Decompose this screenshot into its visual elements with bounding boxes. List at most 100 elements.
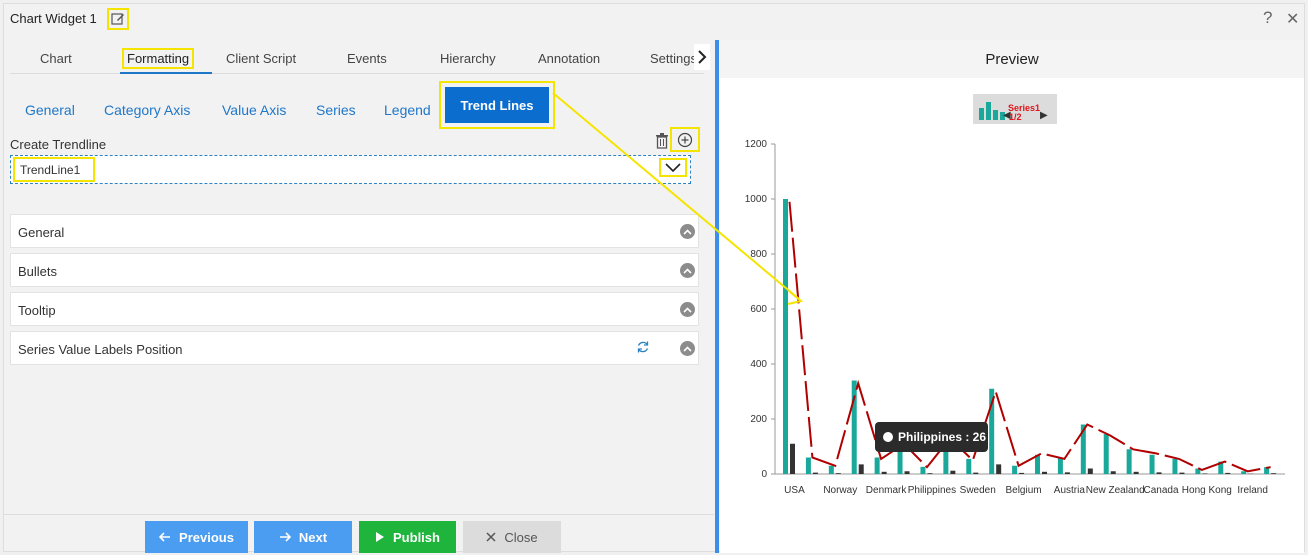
subtab-general[interactable]: General: [25, 102, 75, 118]
bar-series-2: [1271, 473, 1277, 474]
publish-button[interactable]: Publish: [359, 521, 456, 553]
x-tick-label: Denmark: [866, 485, 908, 496]
bar-series-2: [1042, 471, 1047, 474]
chevron-up-icon[interactable]: [680, 302, 695, 317]
preview-panel: Preview Series1 ◀ 1/2 ▶ 0 200 400 600 800 100…: [720, 40, 1304, 553]
close-button-label: Close: [504, 529, 538, 545]
trendline-selected-value: TrendLine1: [13, 157, 95, 182]
active-tab-indicator: [120, 72, 212, 74]
chart-tooltip: Philippines : 26: [875, 422, 988, 452]
bar-series-2: [904, 471, 910, 474]
bar-series-1: [1172, 458, 1178, 474]
previous-button-label: Previous: [179, 529, 234, 545]
bar-series-1: [1103, 434, 1109, 474]
preview-title: Preview: [720, 40, 1304, 78]
chevron-up-icon[interactable]: [680, 263, 695, 278]
legend-next-icon[interactable]: ▶: [1040, 110, 1048, 121]
create-trendline-label: Create Trendline: [10, 137, 107, 152]
x-tick-label: Ireland: [1237, 485, 1268, 496]
y-tick-label: 0: [761, 469, 767, 480]
accordion-label: Tooltip: [18, 303, 56, 318]
chart-widget-window: Chart Widget 1 ? ✕ Chart Formatting Clie…: [3, 3, 1306, 553]
next-button-label: Next: [298, 529, 328, 545]
panel-splitter[interactable]: [715, 40, 719, 553]
subtab-value-axis[interactable]: Value Axis: [222, 102, 286, 118]
tab-annotation[interactable]: Annotation: [538, 51, 600, 66]
x-tick-label: Norway: [823, 485, 857, 496]
bar-series-1: [851, 380, 857, 474]
previous-button[interactable]: Previous: [145, 521, 248, 553]
accordion-label: Bullets: [18, 264, 58, 279]
subtab-trend-lines-highlight: Trend Lines: [439, 81, 555, 129]
footer-divider: [4, 514, 714, 515]
accordion-label: General: [18, 225, 65, 240]
subtab-series[interactable]: Series: [316, 102, 356, 118]
y-tick-label: 1200: [745, 139, 768, 150]
bar-series-2: [835, 473, 841, 474]
trend-line: [788, 201, 1271, 473]
bar-series-2: [950, 470, 956, 474]
tooltip-marker: [883, 432, 893, 442]
subtab-category-axis[interactable]: Category Axis: [104, 102, 190, 118]
accordion-series-value-labels-position[interactable]: Series Value Labels Position: [10, 331, 699, 365]
tooltip-text: Philippines : 26: [898, 430, 987, 444]
x-tick-label: Hong Kong: [1182, 485, 1232, 496]
tab-settings[interactable]: Settings: [650, 51, 694, 66]
main-tabs: Chart Formatting Client Script Events Hi…: [10, 40, 710, 74]
bar-series-1: [1149, 454, 1155, 474]
y-tick-label: 1000: [745, 194, 768, 205]
next-button[interactable]: Next: [254, 521, 352, 553]
trash-icon[interactable]: [655, 133, 669, 149]
chevron-up-icon[interactable]: [680, 224, 695, 239]
accordion-tooltip[interactable]: Tooltip: [10, 292, 699, 326]
bar-series-2: [1202, 473, 1208, 474]
bar-series-1: [966, 458, 972, 474]
arrow-right-icon: [279, 532, 291, 542]
bar-series-2: [1225, 472, 1231, 474]
bar-series-2: [790, 443, 795, 474]
tab-chart[interactable]: Chart: [40, 51, 72, 66]
add-trendline-icon[interactable]: [670, 127, 700, 152]
chart-legend[interactable]: Series1 ◀ 1/2 ▶: [973, 94, 1057, 124]
trendline-select[interactable]: TrendLine1: [10, 155, 691, 184]
x-tick-label: USA: [784, 485, 805, 496]
bar-series-2: [858, 464, 864, 474]
tabs-next-icon[interactable]: [694, 44, 710, 70]
bar-series-1: [920, 466, 926, 474]
accordion-bullets[interactable]: Bullets: [10, 253, 699, 287]
x-tick-label: Belgium: [1005, 485, 1041, 496]
edit-title-icon[interactable]: [107, 8, 129, 30]
close-button[interactable]: Close: [463, 521, 561, 553]
tab-hierarchy[interactable]: Hierarchy: [440, 51, 496, 66]
accordion-general[interactable]: General: [10, 214, 699, 248]
x-tick-label: Canada: [1143, 485, 1178, 496]
subtab-legend[interactable]: Legend: [384, 102, 431, 118]
accordion-label: Series Value Labels Position: [18, 342, 183, 357]
legend-page: 1/2: [1009, 112, 1022, 122]
bar-series-1: [874, 457, 880, 474]
arrow-left-icon: [159, 532, 171, 542]
play-icon: [376, 532, 385, 542]
tab-client-script[interactable]: Client Script: [226, 51, 296, 66]
help-icon[interactable]: ?: [1263, 8, 1272, 28]
y-tick-label: 200: [750, 414, 767, 425]
tab-events[interactable]: Events: [347, 51, 387, 66]
close-window-icon[interactable]: ✕: [1286, 9, 1299, 29]
bar-series-1: [1241, 471, 1247, 474]
bar-series-2: [1087, 468, 1093, 474]
y-tick-label: 800: [750, 249, 767, 260]
tab-formatting[interactable]: Formatting: [122, 48, 195, 69]
bar-series-1: [828, 465, 834, 474]
chevron-up-icon[interactable]: [680, 341, 695, 356]
subtab-trend-lines[interactable]: Trend Lines: [445, 87, 549, 123]
bar-series-2: [927, 473, 933, 474]
bar-series-2: [1179, 472, 1185, 474]
publish-button-label: Publish: [393, 529, 440, 545]
title-bar: Chart Widget 1 ? ✕: [4, 4, 1306, 34]
bar-series-2: [996, 464, 1002, 474]
x-tick-label: New Zealand: [1086, 485, 1145, 496]
config-panel: Chart Formatting Client Script Events Hi…: [4, 40, 714, 553]
refresh-icon[interactable]: [636, 340, 650, 357]
bar-series-2: [1019, 472, 1025, 474]
chevron-down-icon[interactable]: [659, 158, 687, 177]
